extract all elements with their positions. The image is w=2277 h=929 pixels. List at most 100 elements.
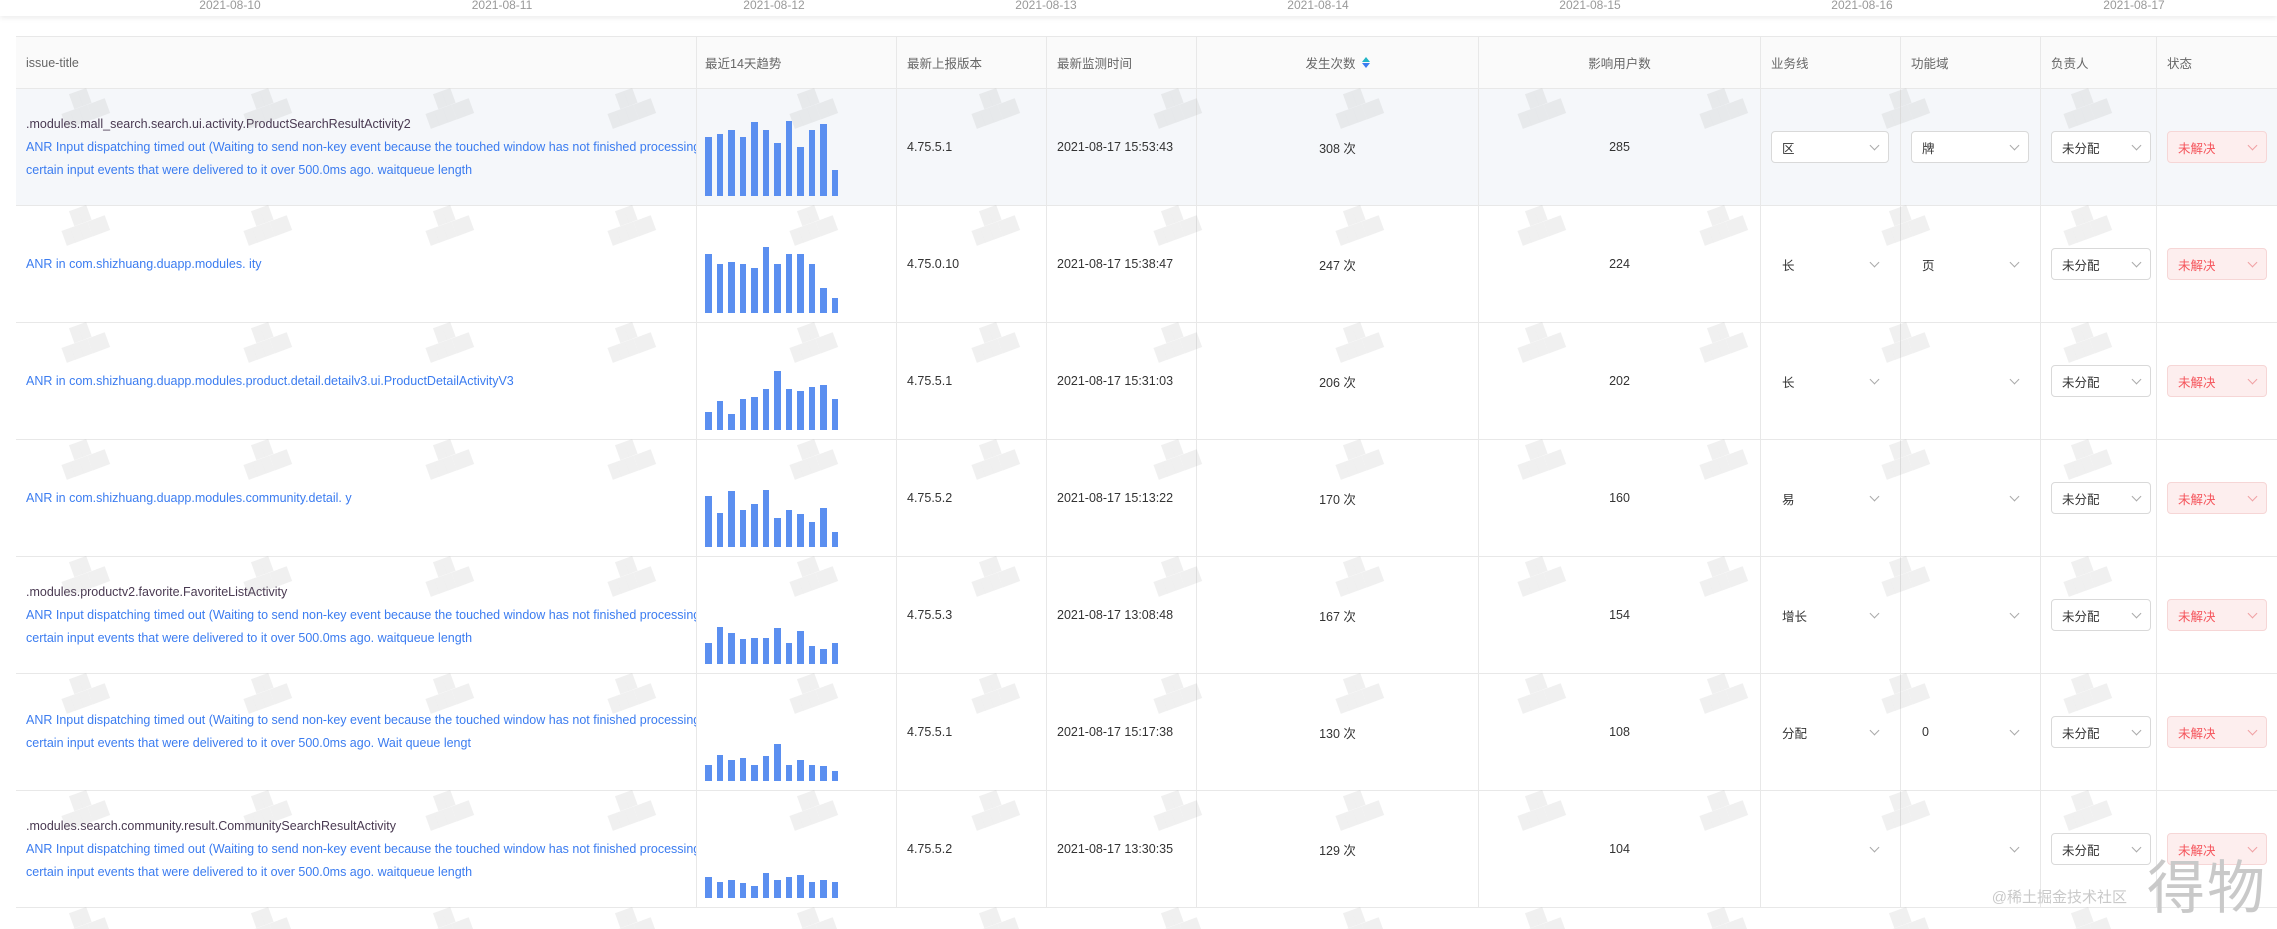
trend-bar-chart bbox=[705, 223, 838, 313]
owner-select[interactable]: 未分配 bbox=[2051, 131, 2151, 163]
status-select[interactable]: 未解决 bbox=[2167, 248, 2267, 280]
chevron-down-icon bbox=[2131, 257, 2142, 268]
function-domain-select[interactable] bbox=[1911, 365, 2029, 397]
sort-icon[interactable] bbox=[1361, 57, 1370, 68]
trend-bar bbox=[739, 758, 746, 781]
trend-bar bbox=[751, 504, 758, 547]
issue-title-link[interactable]: ANR in com.shizhuang.duapp.modules.produ… bbox=[26, 370, 514, 393]
status-cell: 未解决 bbox=[2157, 440, 2277, 556]
chevron-down-icon bbox=[1869, 140, 1880, 151]
version-cell: 4.75.5.2 bbox=[897, 440, 1047, 556]
table-row[interactable]: .modules.productv2.favorite.FavoriteList… bbox=[16, 557, 2277, 674]
issue-title-link-line2[interactable]: certain input events that were delivered… bbox=[26, 159, 696, 182]
business-line-select[interactable] bbox=[1771, 833, 1889, 865]
trend-bar bbox=[728, 633, 735, 664]
trend-date-axis: 2021-08-10 2021-08-11 2021-08-12 2021-08-13… bbox=[0, 0, 2277, 16]
table-row[interactable]: ANR Input dispatching timed out (Waiting… bbox=[16, 674, 2277, 791]
issue-title-link[interactable]: ANR Input dispatching timed out (Waiting… bbox=[26, 604, 696, 627]
chevron-down-icon bbox=[2131, 842, 2142, 853]
header-count-sortable[interactable]: 发生次数 bbox=[1197, 37, 1479, 88]
users-cell: 108 bbox=[1479, 674, 1761, 790]
issue-title-cell[interactable]: .modules.productv2.favorite.FavoriteList… bbox=[16, 557, 697, 673]
version-cell: 4.75.5.1 bbox=[897, 89, 1047, 205]
header-issue-title: issue-title bbox=[16, 37, 697, 88]
trend-bar bbox=[808, 522, 815, 547]
trend-bar bbox=[728, 262, 735, 313]
owner-select[interactable]: 未分配 bbox=[2051, 599, 2151, 631]
trend-bar bbox=[739, 510, 746, 547]
issue-title-cell[interactable]: .modules.search.community.result.Communi… bbox=[16, 791, 697, 907]
owner-select[interactable]: 未分配 bbox=[2051, 482, 2151, 514]
table-row[interactable]: ANR in com.shizhuang.duapp.modules.commu… bbox=[16, 440, 2277, 557]
business-line-select[interactable]: 长 bbox=[1771, 248, 1889, 280]
function-domain-select[interactable] bbox=[1911, 833, 2029, 865]
status-cell: 未解决 bbox=[2157, 323, 2277, 439]
function-domain-cell: 0 bbox=[1901, 674, 2041, 790]
issue-title-link[interactable]: ANR Input dispatching timed out (Waiting… bbox=[26, 838, 696, 861]
issue-title-cell[interactable]: ANR in com.shizhuang.duapp.modules.produ… bbox=[16, 323, 697, 439]
table-row[interactable]: .modules.mall_search.search.ui.activity.… bbox=[16, 89, 2277, 206]
users-cell: 104 bbox=[1479, 791, 1761, 907]
function-domain-select[interactable]: 牌 bbox=[1911, 131, 2029, 163]
owner-select[interactable]: 未分配 bbox=[2051, 248, 2151, 280]
function-domain-select[interactable] bbox=[1911, 482, 2029, 514]
status-cell: 未解决 bbox=[2157, 674, 2277, 790]
trend-bar bbox=[716, 755, 723, 781]
credit-text: @稀土掘金技术社区 bbox=[1991, 889, 2127, 906]
issue-title-cell[interactable]: ANR Input dispatching timed out (Waiting… bbox=[16, 674, 697, 790]
chevron-down-icon bbox=[2247, 491, 2258, 502]
chevron-down-icon bbox=[1869, 257, 1880, 268]
trend-bar bbox=[820, 649, 827, 664]
function-domain-select[interactable]: 页 bbox=[1911, 248, 2029, 280]
business-line-cell: 分配 bbox=[1761, 674, 1901, 790]
issue-title-link-line2[interactable]: certain input events that were delivered… bbox=[26, 732, 696, 755]
status-select[interactable]: 未解决 bbox=[2167, 482, 2267, 514]
issue-title-cell[interactable]: ANR in com.shizhuang.duapp.modules.commu… bbox=[16, 440, 697, 556]
owner-cell: 未分配 bbox=[2041, 674, 2157, 790]
trend-cell bbox=[697, 206, 897, 322]
table-row[interactable]: ANR in com.shizhuang.duapp.modules.produ… bbox=[16, 323, 2277, 440]
trend-bar bbox=[705, 643, 712, 664]
trend-bar-chart bbox=[705, 457, 838, 547]
owner-select[interactable]: 未分配 bbox=[2051, 365, 2151, 397]
trend-bar bbox=[808, 387, 815, 430]
issue-title-link-line2[interactable]: certain input events that were delivered… bbox=[26, 627, 696, 650]
status-select[interactable]: 未解决 bbox=[2167, 716, 2267, 748]
issue-title-link[interactable]: ANR Input dispatching timed out (Waiting… bbox=[26, 136, 696, 159]
function-domain-select[interactable]: 0 bbox=[1911, 716, 2029, 748]
business-line-select[interactable]: 长 bbox=[1771, 365, 1889, 397]
status-select[interactable]: 未解决 bbox=[2167, 131, 2267, 163]
trend-bar bbox=[762, 756, 769, 781]
owner-cell: 未分配 bbox=[2041, 557, 2157, 673]
issue-title-link[interactable]: ANR in com.shizhuang.duapp.modules.commu… bbox=[26, 487, 352, 510]
issue-title-link[interactable]: ANR Input dispatching timed out (Waiting… bbox=[26, 709, 696, 732]
date-axis-tick: 2021-08-16 bbox=[1831, 0, 1893, 12]
status-select[interactable]: 未解决 bbox=[2167, 365, 2267, 397]
trend-cell bbox=[697, 89, 897, 205]
issue-title-link-line2[interactable]: certain input events that were delivered… bbox=[26, 861, 696, 884]
trend-bar bbox=[785, 643, 792, 664]
status-select[interactable]: 未解决 bbox=[2167, 599, 2267, 631]
trend-bar bbox=[739, 639, 746, 664]
business-line-select[interactable]: 区 bbox=[1771, 131, 1889, 163]
count-cell: 167 次 bbox=[1197, 557, 1479, 673]
count-cell: 129 次 bbox=[1197, 791, 1479, 907]
trend-bar bbox=[762, 873, 769, 898]
issue-title-link[interactable]: ANR in com.shizhuang.duapp.modules. ity bbox=[26, 253, 262, 276]
owner-select[interactable]: 未分配 bbox=[2051, 716, 2151, 748]
users-cell: 154 bbox=[1479, 557, 1761, 673]
business-line-select[interactable]: 分配 bbox=[1771, 716, 1889, 748]
table-row[interactable]: .modules.search.community.result.Communi… bbox=[16, 791, 2277, 908]
issue-title-cell[interactable]: ANR in com.shizhuang.duapp.modules. ity bbox=[16, 206, 697, 322]
issue-title-cell[interactable]: .modules.mall_search.search.ui.activity.… bbox=[16, 89, 697, 205]
trend-bar bbox=[716, 882, 723, 898]
count-cell: 130 次 bbox=[1197, 674, 1479, 790]
owner-select[interactable]: 未分配 bbox=[2051, 833, 2151, 865]
header-status: 状态 bbox=[2167, 57, 2193, 71]
business-line-select[interactable]: 易 bbox=[1771, 482, 1889, 514]
function-domain-select[interactable] bbox=[1911, 599, 2029, 631]
chevron-down-icon bbox=[2131, 374, 2142, 385]
business-line-select[interactable]: 增长 bbox=[1771, 599, 1889, 631]
table-row[interactable]: ANR in com.shizhuang.duapp.modules. ity 4… bbox=[16, 206, 2277, 323]
version-cell: 4.75.0.10 bbox=[897, 206, 1047, 322]
